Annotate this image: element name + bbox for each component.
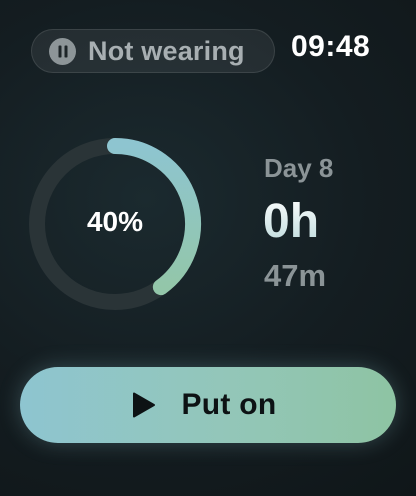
wear-status-label: Not wearing: [88, 36, 245, 66]
put-on-button-label: Put on: [181, 388, 277, 421]
hours-value: 0h: [263, 195, 320, 248]
day-label: Day 8: [264, 153, 334, 183]
play-icon: [131, 391, 157, 419]
wear-status-pill[interactable]: Not wearing: [31, 29, 275, 73]
put-on-button[interactable]: Put on: [20, 367, 396, 443]
pause-icon: [49, 38, 76, 65]
put-on-button-content: Put on: [131, 388, 276, 422]
progress-percent: 40%: [86, 206, 144, 237]
clock-time: 09:48: [291, 30, 371, 63]
progress-ring: 40%: [25, 134, 205, 314]
minutes-value: 47m: [264, 258, 327, 293]
